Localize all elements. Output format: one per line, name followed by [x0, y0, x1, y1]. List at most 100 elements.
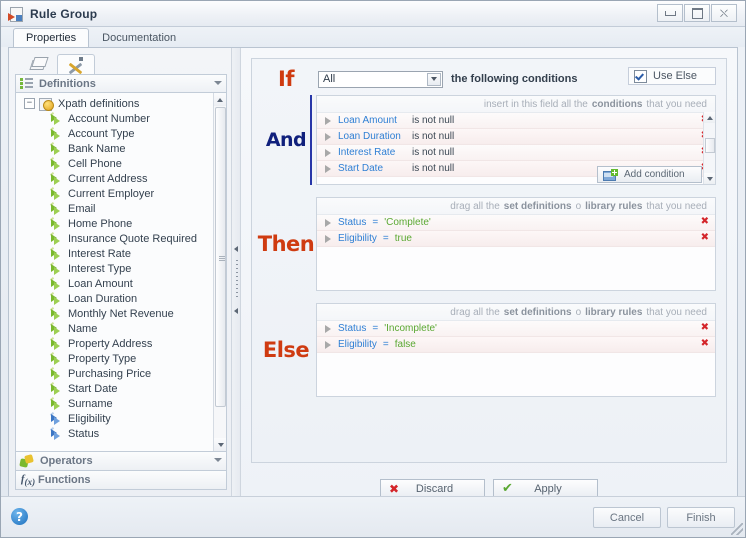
scroll-thumb[interactable]	[705, 138, 715, 153]
condition-row[interactable]: Loan Durationis not null✖	[317, 129, 715, 145]
tree-item-label: Loan Duration	[68, 292, 138, 305]
else-listbox[interactable]: drag all the set definitions o library r…	[316, 303, 716, 397]
else-hint: drag all the set definitions o library r…	[317, 304, 715, 321]
expand-triangle-icon[interactable]	[325, 340, 331, 349]
resize-grip-icon[interactable]	[731, 523, 743, 535]
tree-item[interactable]: Cell Phone	[22, 156, 226, 171]
tree-item[interactable]: Home Phone	[22, 216, 226, 231]
scroll-down-button[interactable]	[704, 173, 715, 184]
window-controls: ⛌	[657, 4, 737, 22]
tree-item[interactable]: Loan Duration	[22, 291, 226, 306]
scroll-up-button[interactable]	[214, 93, 226, 106]
tree-item[interactable]: Account Type	[22, 126, 226, 141]
expand-triangle-icon[interactable]	[325, 132, 331, 141]
use-else-checkbox[interactable]: Use Else	[628, 67, 716, 85]
hint-middle: o	[575, 306, 582, 318]
tree-item[interactable]: Loan Amount	[22, 276, 226, 291]
minimize-button[interactable]	[657, 4, 683, 22]
tree-item[interactable]: Surname	[22, 396, 226, 411]
splitter-expand-icon[interactable]	[234, 307, 238, 314]
panel-splitter[interactable]	[231, 48, 241, 511]
tree-item[interactable]: Purchasing Price	[22, 366, 226, 381]
tree-item-label: Name	[68, 322, 98, 335]
then-listbox[interactable]: drag all the set definitions o library r…	[316, 197, 716, 291]
scroll-down-button[interactable]	[214, 438, 226, 451]
tree-item[interactable]: Interest Type	[22, 261, 226, 276]
scroll-thumb[interactable]	[215, 107, 226, 407]
chevron-up-icon[interactable]	[214, 81, 222, 85]
cancel-button[interactable]: Cancel	[593, 507, 661, 528]
collapse-expander-icon[interactable]: −	[24, 98, 35, 109]
tab-documentation[interactable]: Documentation	[89, 28, 189, 47]
tab-properties[interactable]: Properties	[13, 28, 90, 47]
tree-item-label: Loan Amount	[68, 277, 133, 290]
xpath-field-icon	[49, 276, 63, 290]
tree-item[interactable]: Eligibility	[22, 411, 226, 426]
tree-item[interactable]: Property Address	[22, 336, 226, 351]
tree-item-label: Current Address	[68, 172, 148, 185]
finish-button[interactable]: Finish	[667, 507, 735, 528]
definitions-panel-header[interactable]: Definitions	[15, 74, 227, 93]
xpath-field-icon	[49, 306, 63, 320]
action-row[interactable]: Status = 'Incomplete' ✖	[317, 321, 715, 337]
delete-action-icon[interactable]: ✖	[701, 323, 709, 333]
tree-item[interactable]: Start Date	[22, 381, 226, 396]
chevron-down-icon[interactable]	[214, 458, 222, 462]
action-row[interactable]: Eligibility = false ✖	[317, 337, 715, 353]
tree-item[interactable]: Property Type	[22, 351, 226, 366]
chevron-down-icon[interactable]	[427, 72, 441, 86]
maximize-button[interactable]	[684, 4, 710, 22]
tree-item-label: Cell Phone	[68, 157, 122, 170]
xpath-field-icon	[49, 141, 63, 155]
minitab-tools[interactable]	[57, 54, 95, 75]
xpath-field-icon	[49, 171, 63, 185]
match-mode-select[interactable]: All	[318, 70, 443, 88]
action-row[interactable]: Status = 'Complete' ✖	[317, 215, 715, 231]
apply-label: Apply	[534, 482, 562, 495]
scroll-up-button[interactable]	[704, 112, 715, 123]
tree-item[interactable]: Status	[22, 426, 226, 441]
expand-triangle-icon[interactable]	[325, 164, 331, 173]
sidebar-section-functions[interactable]: f(x) Functions	[15, 471, 227, 490]
tree-item[interactable]: Interest Rate	[22, 246, 226, 261]
action-row[interactable]: Eligibility = true ✖	[317, 231, 715, 247]
tree-item[interactable]: Account Number	[22, 111, 226, 126]
delete-action-icon[interactable]: ✖	[701, 233, 709, 243]
green-check-icon: ✔	[502, 481, 513, 496]
expand-triangle-icon[interactable]	[325, 234, 331, 243]
expand-triangle-icon[interactable]	[325, 116, 331, 125]
hint-emphasis-2: library rules	[585, 306, 643, 318]
xpath-field-icon	[49, 396, 63, 410]
tree-item[interactable]: Name	[22, 321, 226, 336]
condition-row[interactable]: Loan Amountis not null✖	[317, 113, 715, 129]
conditions-scrollbar[interactable]	[703, 112, 715, 184]
title-bar: Rule Group ⛌	[1, 1, 745, 27]
dialog-footer: ? Cancel Finish	[1, 496, 745, 537]
tree-item-label: Property Address	[68, 337, 153, 350]
tree-item[interactable]: Current Employer	[22, 186, 226, 201]
action-operator: =	[382, 233, 389, 244]
help-icon[interactable]: ?	[11, 508, 28, 525]
condition-row[interactable]: Interest Rateis not null✖	[317, 145, 715, 161]
splitter-collapse-icon[interactable]	[234, 245, 238, 252]
conditions-listbox[interactable]: insert in this field all the conditions …	[316, 95, 716, 185]
delete-action-icon[interactable]: ✖	[701, 217, 709, 227]
tree-item[interactable]: Monthly Net Revenue	[22, 306, 226, 321]
expand-triangle-icon[interactable]	[325, 324, 331, 333]
tree-item[interactable]: Email	[22, 201, 226, 216]
close-button[interactable]: ⛌	[711, 4, 737, 22]
add-condition-button[interactable]: Add condition	[597, 166, 702, 183]
rule-editor: If All the following conditions Use Else…	[241, 48, 737, 511]
definitions-panel-title: Definitions	[39, 77, 96, 90]
operators-label: Operators	[40, 455, 93, 467]
expand-triangle-icon[interactable]	[325, 148, 331, 157]
minitab-layers[interactable]	[19, 54, 57, 74]
definitions-scrollbar[interactable]	[213, 93, 226, 451]
tree-item[interactable]: Bank Name	[22, 141, 226, 156]
expand-triangle-icon[interactable]	[325, 218, 331, 227]
tree-item[interactable]: Insurance Quote Required	[22, 231, 226, 246]
sidebar-section-operators[interactable]: Operators	[15, 452, 227, 471]
tree-root-xpath-definitions[interactable]: − Xpath definitions	[22, 96, 226, 111]
delete-action-icon[interactable]: ✖	[701, 339, 709, 349]
tree-item[interactable]: Current Address	[22, 171, 226, 186]
